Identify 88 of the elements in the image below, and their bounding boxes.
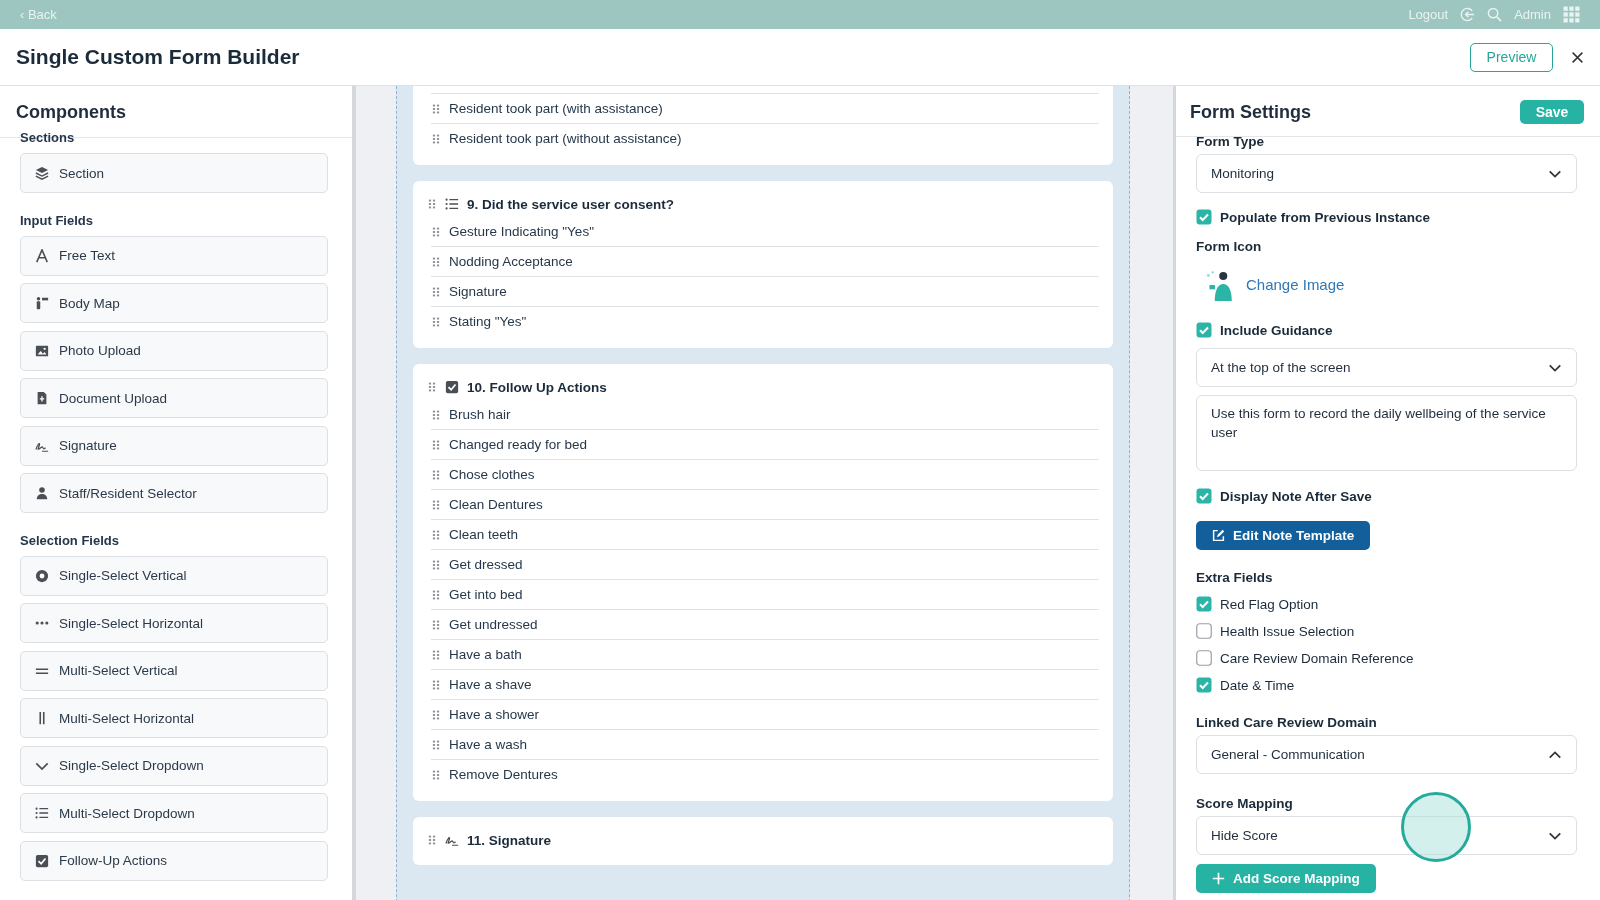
checked-checkbox-icon[interactable] bbox=[1196, 488, 1212, 504]
option-label: Resident took part (with assistance) bbox=[449, 101, 663, 116]
question-title: 11. Signature bbox=[467, 832, 552, 848]
logout-icon[interactable] bbox=[1460, 7, 1476, 22]
list-icon bbox=[35, 806, 49, 820]
checkbox-icon[interactable] bbox=[1196, 650, 1212, 666]
question-title: 10. Follow Up Actions bbox=[467, 379, 607, 395]
checked-checkbox-icon[interactable] bbox=[1196, 677, 1212, 693]
drag-handle-icon[interactable] bbox=[427, 197, 437, 211]
option-label: Changed ready for bed bbox=[449, 437, 588, 452]
checked-checkbox-icon[interactable] bbox=[1196, 209, 1212, 225]
checkbox-label: Health Issue Selection bbox=[1220, 623, 1355, 639]
component-item[interactable]: Follow-Up Actions bbox=[20, 840, 328, 881]
checkbox-label: Care Review Domain Reference bbox=[1220, 650, 1414, 666]
document-icon bbox=[35, 391, 49, 405]
option-label: Have a bath bbox=[449, 647, 522, 662]
drag-handle-icon[interactable] bbox=[427, 380, 437, 394]
component-item[interactable]: Free Text bbox=[20, 235, 328, 276]
dropdown[interactable]: General - Communication bbox=[1196, 735, 1577, 774]
option-label: Have a wash bbox=[449, 737, 528, 752]
close-icon[interactable] bbox=[1571, 50, 1584, 64]
option-label: Signature bbox=[449, 284, 507, 299]
image-icon bbox=[35, 343, 49, 358]
group-label: Sections bbox=[20, 130, 76, 146]
option-label: Remove Dentures bbox=[449, 767, 558, 782]
checked-checkbox-icon[interactable] bbox=[1196, 322, 1212, 338]
dropdown[interactable]: At the top of the screen bbox=[1196, 348, 1577, 387]
plus-icon bbox=[1212, 872, 1225, 885]
group-label: Selection Fields bbox=[20, 532, 120, 549]
checkbox-icon[interactable] bbox=[1196, 623, 1212, 639]
option-label: Get dressed bbox=[449, 557, 523, 572]
list-icon bbox=[445, 197, 459, 211]
edit-icon bbox=[1212, 529, 1225, 542]
checkbox-label: Include Guidance bbox=[1220, 322, 1333, 338]
option-label: Get into bed bbox=[449, 587, 523, 602]
checkbox-icon bbox=[35, 853, 49, 868]
panel-title: Form Settings bbox=[1190, 101, 1311, 123]
component-item[interactable]: Multi-Select Vertical bbox=[20, 650, 328, 691]
option-label: Have a shave bbox=[449, 677, 532, 692]
edit-note-template-button[interactable]: Edit Note Template bbox=[1196, 521, 1371, 550]
option-label: Get undressed bbox=[449, 617, 538, 632]
component-item[interactable]: Single-Select Dropdown bbox=[20, 745, 328, 786]
field-label: Linked Care Review Domain bbox=[1196, 715, 1378, 730]
component-item[interactable]: Section bbox=[20, 153, 328, 193]
option-label: Gesture Indicating "Yes" bbox=[449, 224, 594, 239]
user-name: Admin bbox=[1514, 7, 1551, 22]
person-chart-icon bbox=[35, 296, 49, 310]
component-item[interactable]: Body Map bbox=[20, 283, 328, 323]
component-item[interactable]: Staff/Resident Selector bbox=[20, 473, 328, 513]
checkbox-label: Populate from Previous Instance bbox=[1220, 209, 1431, 225]
component-item[interactable]: Photo Upload bbox=[20, 330, 328, 371]
component-item[interactable]: Single-Select Vertical bbox=[20, 555, 328, 596]
checkbox-label: Display Note After Save bbox=[1220, 488, 1372, 504]
option-label: Nodding Acceptance bbox=[449, 254, 573, 269]
component-item[interactable]: Single-Select Horizontal bbox=[20, 603, 328, 643]
letter-icon bbox=[35, 248, 49, 263]
checkbox-label: Red Flag Option bbox=[1220, 596, 1319, 612]
option-label: Clean Dentures bbox=[449, 497, 543, 512]
option-label: Clean teeth bbox=[449, 527, 519, 542]
component-item[interactable]: Multi-Select Dropdown bbox=[20, 793, 328, 833]
component-item[interactable]: Signature bbox=[20, 425, 328, 466]
option-label: Stating "Yes" bbox=[449, 314, 527, 329]
field-label: Form Icon bbox=[1196, 239, 1263, 254]
checkbox-icon bbox=[445, 380, 459, 394]
question-title: 9. Did the service user consent? bbox=[467, 196, 675, 212]
drag-handle-icon[interactable] bbox=[427, 833, 437, 847]
group-label: Input Fields bbox=[20, 212, 94, 229]
option-label: Resident took part (without assistance) bbox=[449, 131, 682, 146]
guidance-text-field[interactable]: Use this form to record the daily wellbeing of the service user bbox=[1196, 395, 1577, 471]
page-title: Single Custom Form Builder bbox=[16, 45, 301, 69]
dropdown[interactable]: Monitoring bbox=[1196, 154, 1577, 193]
option-label: Chose clothes bbox=[449, 467, 535, 482]
checked-checkbox-icon[interactable] bbox=[1196, 596, 1212, 612]
change-image-link[interactable]: Change Image bbox=[1246, 275, 1345, 293]
layers-icon bbox=[35, 166, 49, 180]
search-icon[interactable] bbox=[1487, 7, 1503, 22]
person-icon bbox=[35, 486, 49, 500]
apps-grid-icon[interactable] bbox=[1563, 6, 1580, 23]
dropdown[interactable]: Hide Score bbox=[1196, 816, 1577, 855]
checkbox-label: Date & Time bbox=[1220, 677, 1295, 693]
radio-icon bbox=[35, 568, 49, 583]
field-label: Form Type bbox=[1196, 134, 1265, 149]
option-label: Have a shower bbox=[449, 707, 540, 722]
component-item[interactable]: Document Upload bbox=[20, 378, 328, 418]
field-label: Score Mapping bbox=[1196, 796, 1294, 811]
option-label: Brush hair bbox=[449, 407, 511, 422]
field-label: Extra Fields bbox=[1196, 570, 1274, 585]
component-item[interactable]: Multi-Select Horizontal bbox=[20, 698, 328, 738]
